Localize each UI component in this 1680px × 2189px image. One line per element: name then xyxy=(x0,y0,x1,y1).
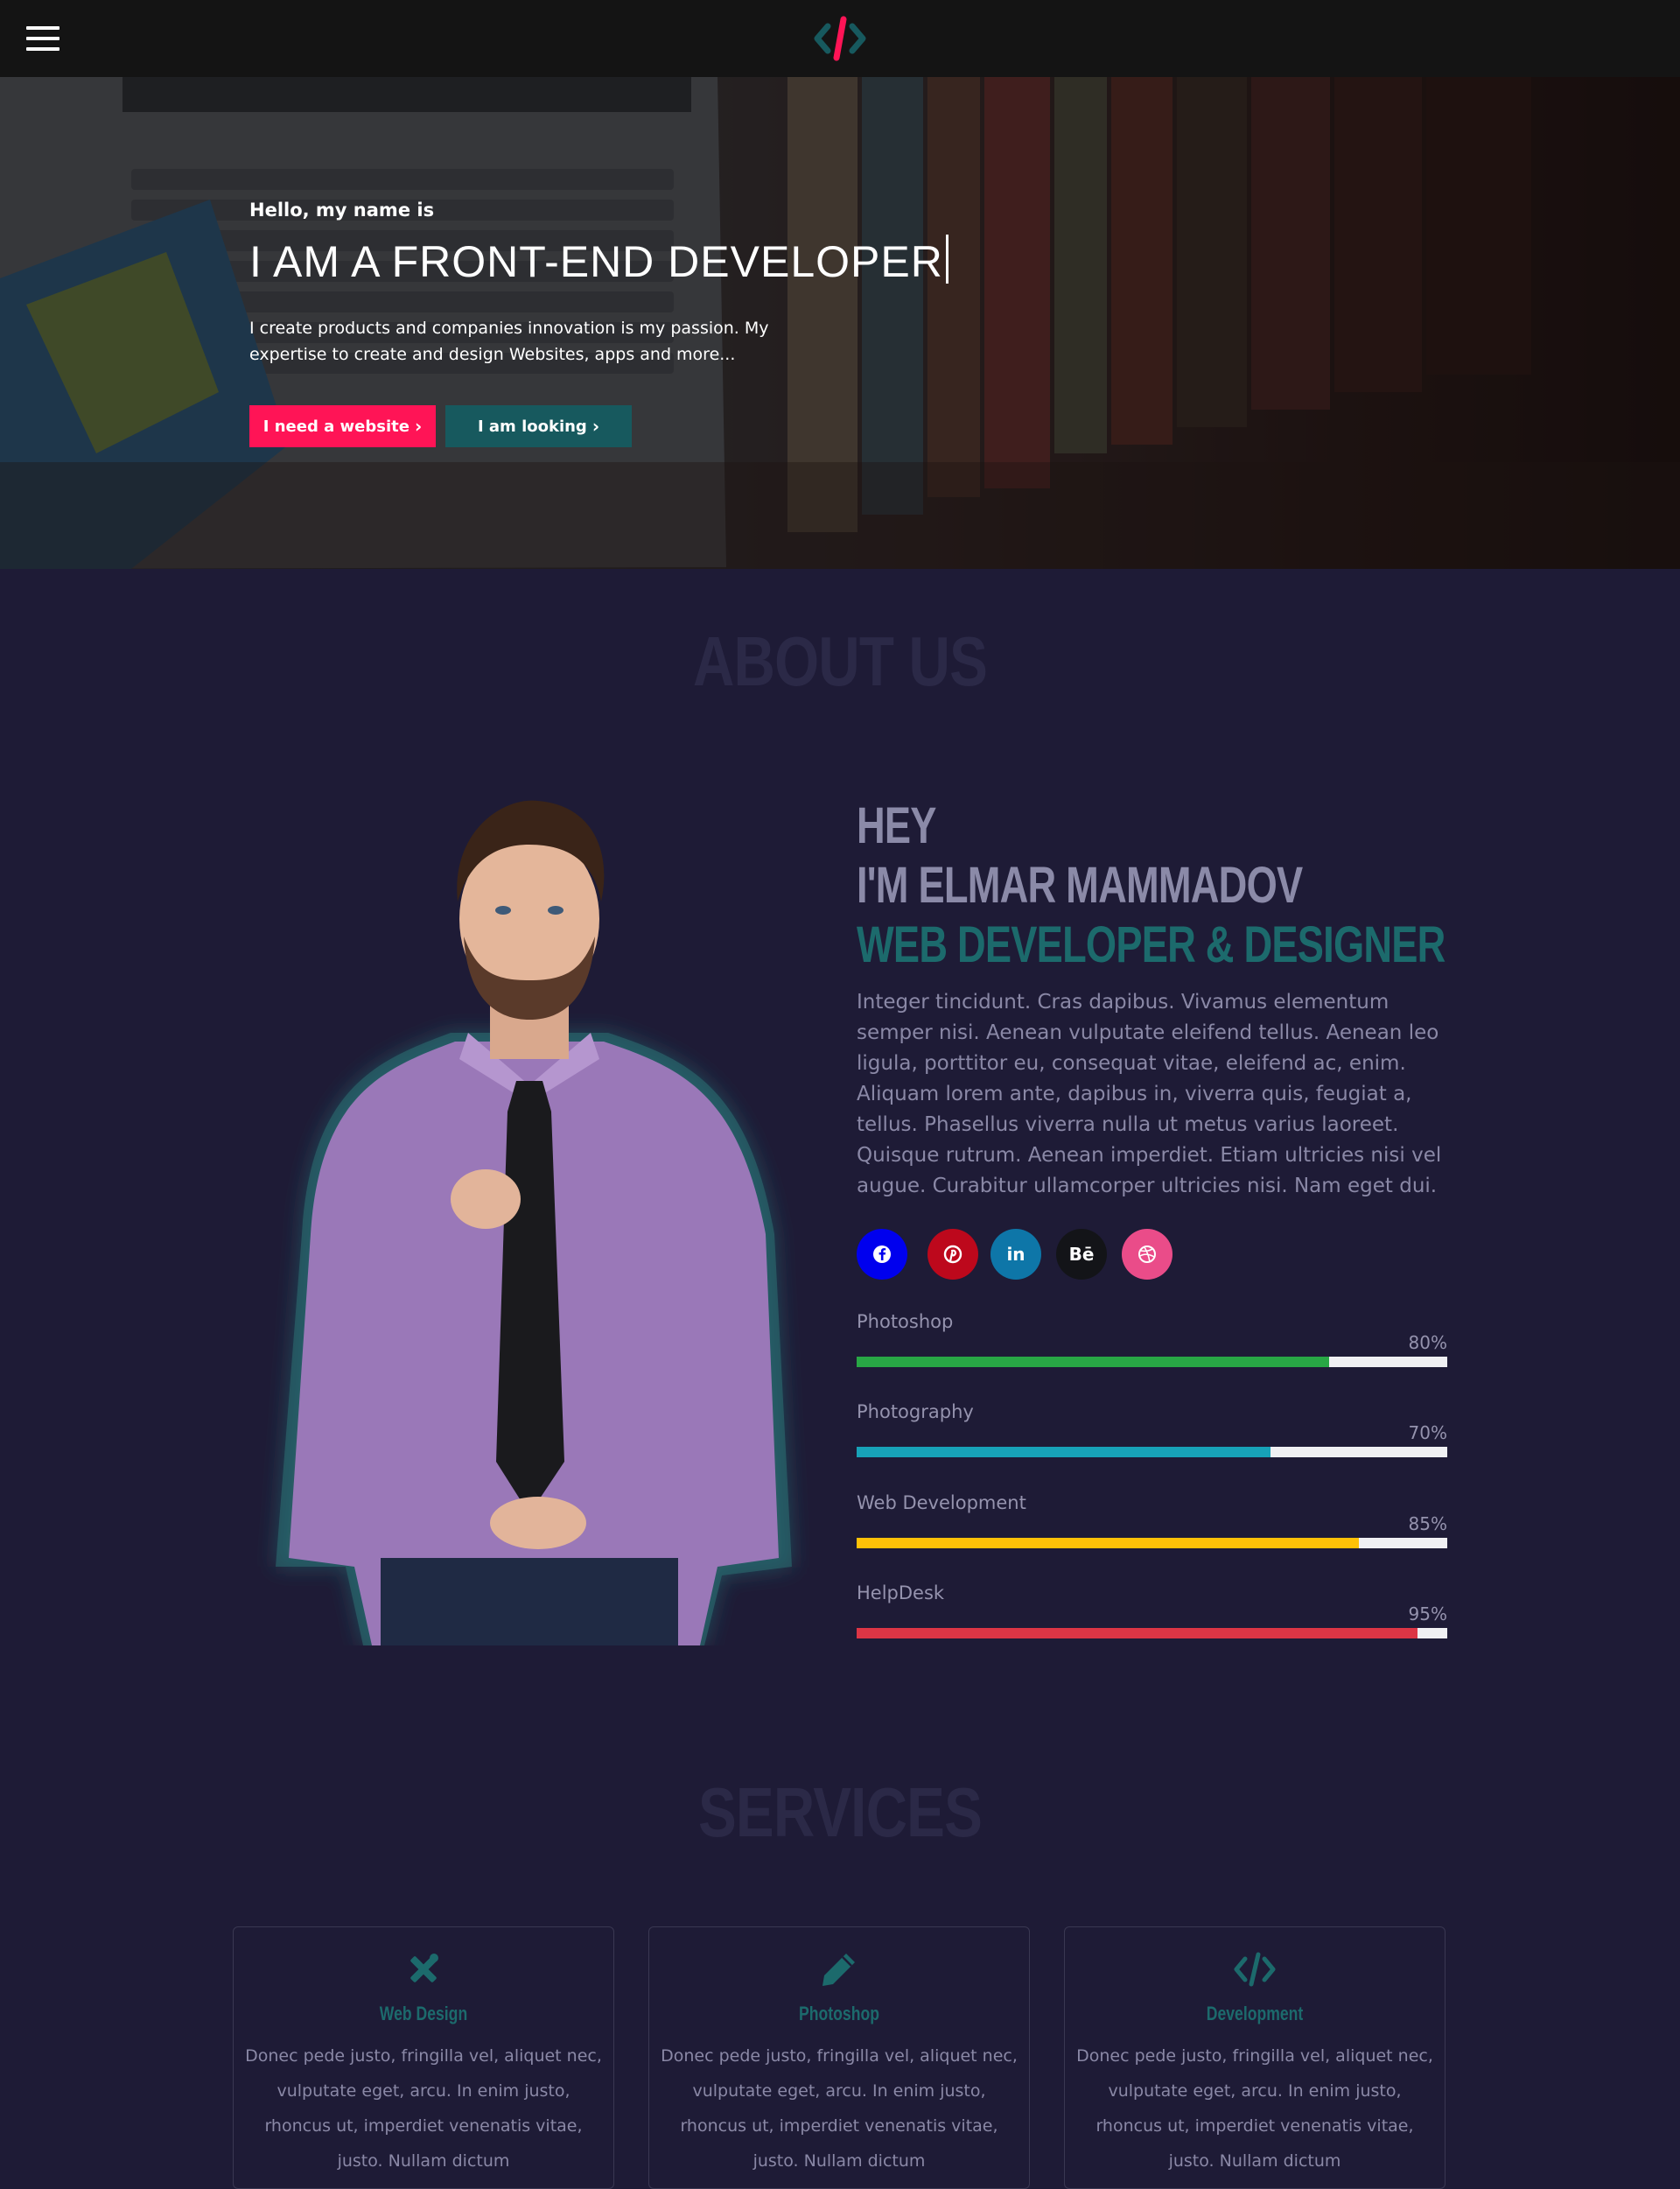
skill-photoshop: Photoshop 80% xyxy=(857,1311,1447,1372)
need-website-button[interactable]: I need a website › xyxy=(249,405,436,447)
facebook-button[interactable] xyxy=(857,1229,907,1280)
skill-percent: 85% xyxy=(1408,1513,1447,1534)
skill-track xyxy=(857,1447,1447,1457)
facebook-icon xyxy=(873,1245,891,1263)
skill-percent: 95% xyxy=(1408,1603,1447,1624)
code-brackets-icon[interactable] xyxy=(812,16,868,61)
looking-button-label: I am looking xyxy=(477,417,587,436)
dribbble-icon xyxy=(1138,1245,1156,1263)
hamburger-icon[interactable] xyxy=(26,26,60,51)
typing-cursor xyxy=(945,235,948,284)
service-card-text: Donec pede justo, fringilla vel, aliquet… xyxy=(245,2046,602,2171)
service-card-development[interactable]: Development Donec pede justo, fringilla … xyxy=(1064,1926,1446,2189)
skill-percent: 70% xyxy=(1408,1422,1447,1443)
service-card-title: Web Design xyxy=(379,2003,468,2024)
skill-fill xyxy=(857,1538,1359,1548)
hero-section: Hello, my name is I AM A FRONT-END DEVEL… xyxy=(0,77,1680,569)
skill-fill xyxy=(857,1628,1418,1638)
pinterest-button[interactable] xyxy=(928,1229,978,1280)
about-section-title: ABOUT US xyxy=(692,622,988,700)
skill-photography: Photography 70% xyxy=(857,1401,1447,1463)
service-card-title: Development xyxy=(1206,2003,1304,2024)
service-card-text: Donec pede justo, fringilla vel, aliquet… xyxy=(1076,2046,1433,2171)
navbar xyxy=(0,0,1680,77)
hero-title: I AM A FRONT-END DEVELOPER xyxy=(249,235,948,287)
skill-label: HelpDesk xyxy=(857,1582,945,1603)
skill-label: Photoshop xyxy=(857,1311,954,1332)
skill-web-development: Web Development 85% xyxy=(857,1492,1447,1554)
service-card-text: Donec pede justo, fringilla vel, aliquet… xyxy=(661,2046,1018,2171)
behance-icon: Bē xyxy=(1068,1244,1095,1265)
about-paragraph: Integer tincidunt. Cras dapibus. Vivamus… xyxy=(857,991,1442,1197)
hero-title-text: I AM A FRONT-END DEVELOPER xyxy=(249,237,943,286)
about-heading-hey: HEY xyxy=(857,797,936,854)
skill-percent: 80% xyxy=(1408,1332,1447,1353)
about-heading-role: WEB DEVELOPER & DESIGNER xyxy=(857,916,1446,973)
skill-track xyxy=(857,1628,1447,1638)
pinterest-icon xyxy=(943,1245,962,1264)
chevron-right-icon: › xyxy=(414,416,423,437)
pencil-icon xyxy=(822,1954,855,1986)
profile-photo xyxy=(276,800,792,1645)
linkedin-icon: in xyxy=(1006,1244,1026,1265)
design-tools-icon xyxy=(410,1954,438,1982)
linkedin-button[interactable]: in xyxy=(990,1229,1041,1280)
skill-track xyxy=(857,1357,1447,1367)
skill-label: Web Development xyxy=(857,1492,1026,1513)
looking-button[interactable]: I am looking › xyxy=(445,405,632,447)
behance-button[interactable]: Bē xyxy=(1056,1229,1107,1280)
services-section-title: SERVICES xyxy=(697,1773,983,1851)
skill-track xyxy=(857,1538,1447,1548)
need-website-button-label: I need a website xyxy=(262,417,410,436)
service-card-photoshop[interactable]: Photoshop Donec pede justo, fringilla ve… xyxy=(648,1926,1030,2189)
dribbble-button[interactable] xyxy=(1122,1229,1172,1280)
skill-label: Photography xyxy=(857,1401,974,1422)
skill-fill xyxy=(857,1447,1270,1457)
chevron-right-icon: › xyxy=(592,416,600,437)
service-card-web-design[interactable]: Web Design Donec pede justo, fringilla v… xyxy=(233,1926,614,2189)
about-heading-name: I'M ELMAR MAMMADOV xyxy=(857,857,1303,914)
service-card-title: Photoshop xyxy=(799,2003,879,2024)
code-icon xyxy=(1234,1952,1276,1987)
hero-description: I create products and companies innovati… xyxy=(249,319,769,364)
skill-fill xyxy=(857,1357,1329,1367)
skill-helpdesk: HelpDesk 95% xyxy=(857,1582,1447,1644)
hero-greeting: Hello, my name is xyxy=(249,200,435,221)
